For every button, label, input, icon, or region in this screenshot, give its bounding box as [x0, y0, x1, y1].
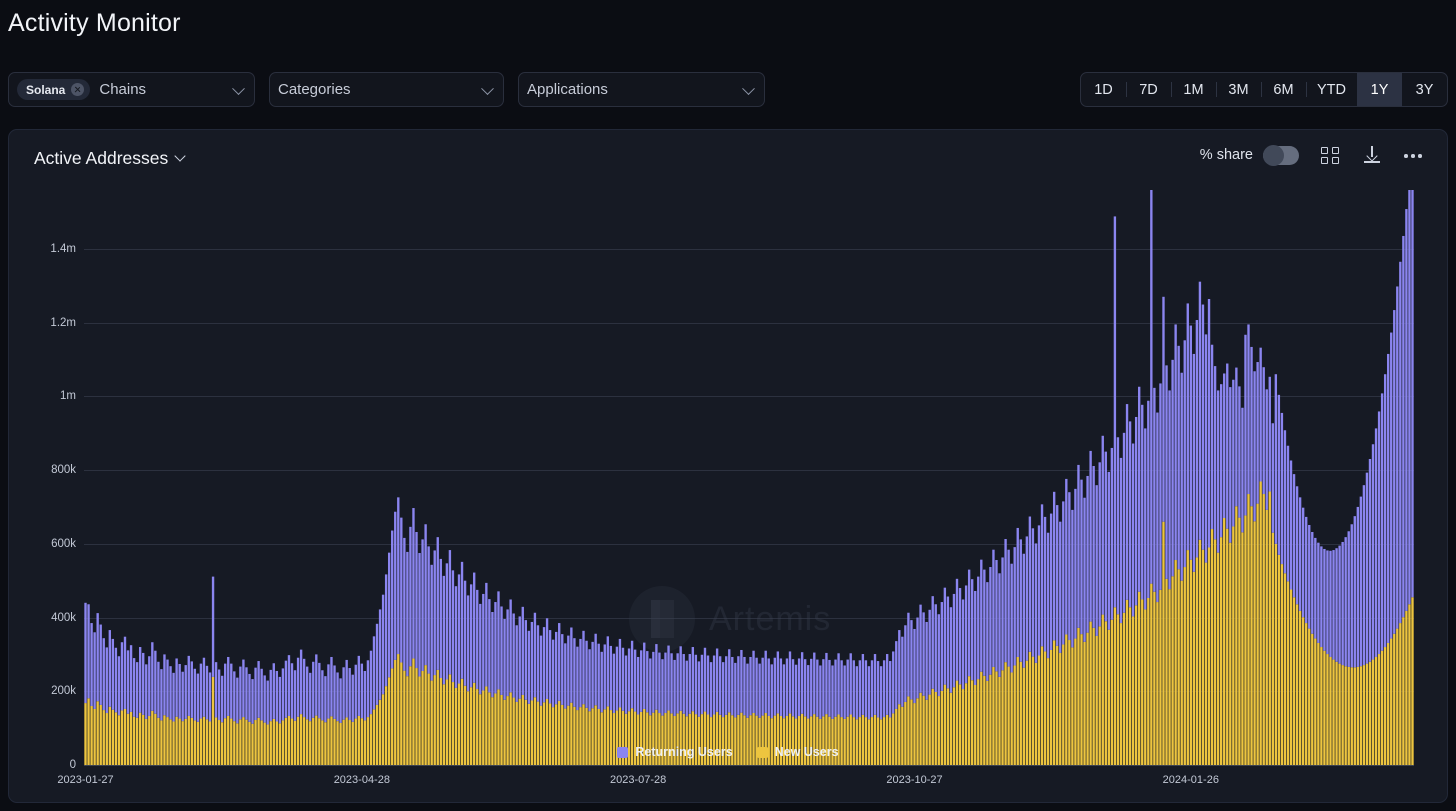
range-button-ytd[interactable]: YTD — [1306, 73, 1357, 106]
chart-card-header: Active Addresses % share — [9, 130, 1447, 190]
x-axis-tick-label: 2023-10-27 — [886, 774, 943, 786]
chains-placeholder: Chains — [99, 81, 147, 98]
categories-filter[interactable]: Categories — [269, 72, 504, 107]
chart-plot-area: Artemis 0 200k 400k 600k 800k 1m 1.2m 1.4m 2023-… — [9, 190, 1449, 804]
chip-solana[interactable]: Solana — [17, 79, 91, 100]
applications-filter[interactable]: Applications — [518, 72, 765, 107]
range-button-1y[interactable]: 1Y — [1357, 73, 1402, 106]
x-axis-tick-label: 2023-07-28 — [610, 774, 667, 786]
toggle-knob — [1263, 144, 1284, 166]
filter-row: Solana Chains Categories Applications — [8, 72, 765, 107]
more-options-icon[interactable] — [1403, 144, 1425, 166]
stacked-bar-series — [84, 190, 1414, 765]
range-button-1d[interactable]: 1D — [1081, 73, 1126, 106]
y-axis-tick-label: 0 — [69, 759, 76, 771]
chart-toolbar: % share — [1200, 144, 1425, 166]
y-axis-tick-label: 800k — [51, 464, 76, 477]
time-range-selector[interactable]: 1D 7D 1M 3M 6M YTD 1Y 3Y — [1080, 72, 1448, 107]
chart-title: Active Addresses — [34, 148, 169, 168]
chevron-down-icon[interactable] — [232, 81, 245, 95]
x-axis-tick-label: 2024-01-26 — [1162, 774, 1219, 786]
y-axis-tick-label: 1.2m — [50, 316, 76, 329]
chevron-down-icon[interactable] — [174, 149, 186, 162]
legend-label: Returning Users — [635, 745, 733, 759]
percent-share-control[interactable]: % share — [1199, 144, 1299, 166]
x-axis-tick-label: 2023-04-28 — [333, 774, 390, 786]
page-title: Activity Monitor — [8, 9, 181, 37]
range-button-3y[interactable]: 3Y — [1402, 73, 1447, 106]
legend-label: New Users — [774, 745, 839, 759]
grid-icon[interactable] — [1319, 144, 1341, 166]
chart-metric-selector[interactable]: Active Addresses — [34, 148, 186, 169]
download-icon[interactable] — [1361, 144, 1383, 166]
y-axis-tick-label: 400k — [51, 611, 76, 624]
legend-item[interactable]: Returning Users — [617, 745, 733, 759]
applications-placeholder: Applications — [527, 81, 608, 98]
chip-label: Solana — [26, 82, 66, 97]
legend-swatch — [756, 746, 768, 758]
range-button-7d[interactable]: 7D — [1126, 73, 1171, 106]
y-axis-tick-label: 1m — [60, 390, 76, 403]
chains-filter[interactable]: Solana Chains — [8, 72, 255, 107]
remove-chip-icon[interactable] — [71, 83, 85, 96]
percent-share-toggle[interactable] — [1263, 144, 1299, 166]
y-axis-tick-label: 600k — [51, 537, 76, 550]
x-axis-tick-label: 2023-01-27 — [57, 774, 114, 786]
y-axis-tick-label: 200k — [51, 685, 76, 698]
y-axis-tick-label: 1.4m — [50, 242, 76, 255]
categories-placeholder: Categories — [278, 81, 351, 98]
activity-monitor-page: Activity Monitor Solana Chains Categorie… — [0, 0, 1456, 811]
chart-legend: Returning Users New Users — [9, 745, 1447, 759]
legend-item[interactable]: New Users — [756, 745, 839, 759]
percent-share-label: % share — [1199, 147, 1253, 163]
chevron-down-icon[interactable] — [742, 81, 755, 95]
chevron-down-icon[interactable] — [481, 81, 494, 95]
range-button-6m[interactable]: 6M — [1261, 73, 1306, 106]
chart-card: Active Addresses % share Artemis 0 200k … — [8, 129, 1448, 803]
legend-swatch — [617, 746, 629, 758]
range-button-1m[interactable]: 1M — [1171, 73, 1216, 106]
range-button-3m[interactable]: 3M — [1216, 73, 1261, 106]
